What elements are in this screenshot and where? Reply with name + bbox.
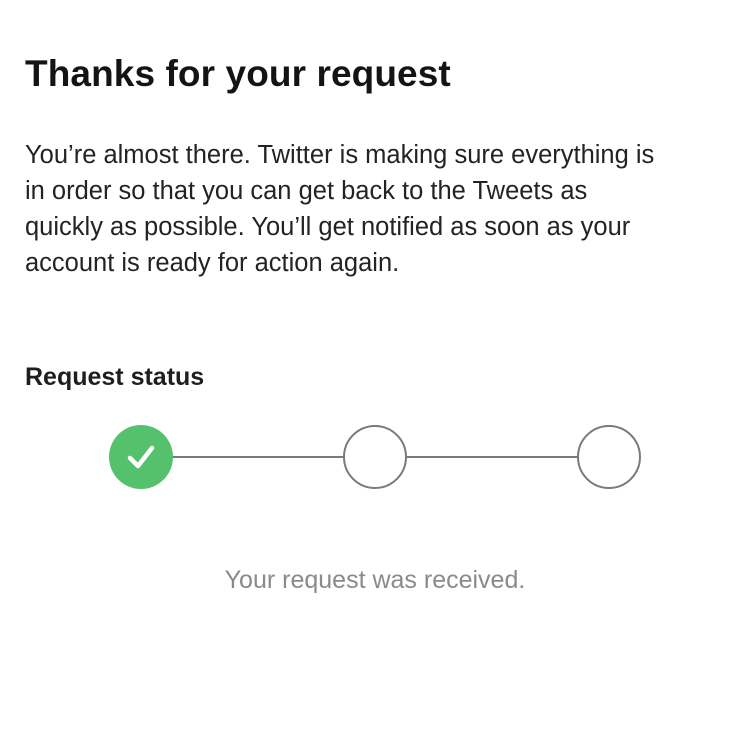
request-status-heading: Request status <box>25 363 205 391</box>
step-connector <box>407 456 578 458</box>
intro-line: quickly as possible. You’ll get notified… <box>25 213 631 241</box>
intro-line: in order so that you can get back to the… <box>25 177 588 205</box>
step-1-complete <box>109 425 173 489</box>
intro-line: account is ready for action again. <box>25 249 400 277</box>
step-2-pending <box>343 425 407 489</box>
step-connector <box>171 456 343 458</box>
intro-line: You’re almost there. Twitter is making s… <box>25 141 655 169</box>
checkmark-icon <box>127 445 155 469</box>
page-title: Thanks for your request <box>25 53 451 94</box>
request-status-stepper <box>0 410 750 510</box>
status-message: Your request was received. <box>224 566 526 594</box>
request-confirmation-page: Thanks for your request You’re almost th… <box>0 0 750 750</box>
intro-paragraph: You’re almost there. Twitter is making s… <box>25 137 725 281</box>
step-3-pending <box>577 425 641 489</box>
